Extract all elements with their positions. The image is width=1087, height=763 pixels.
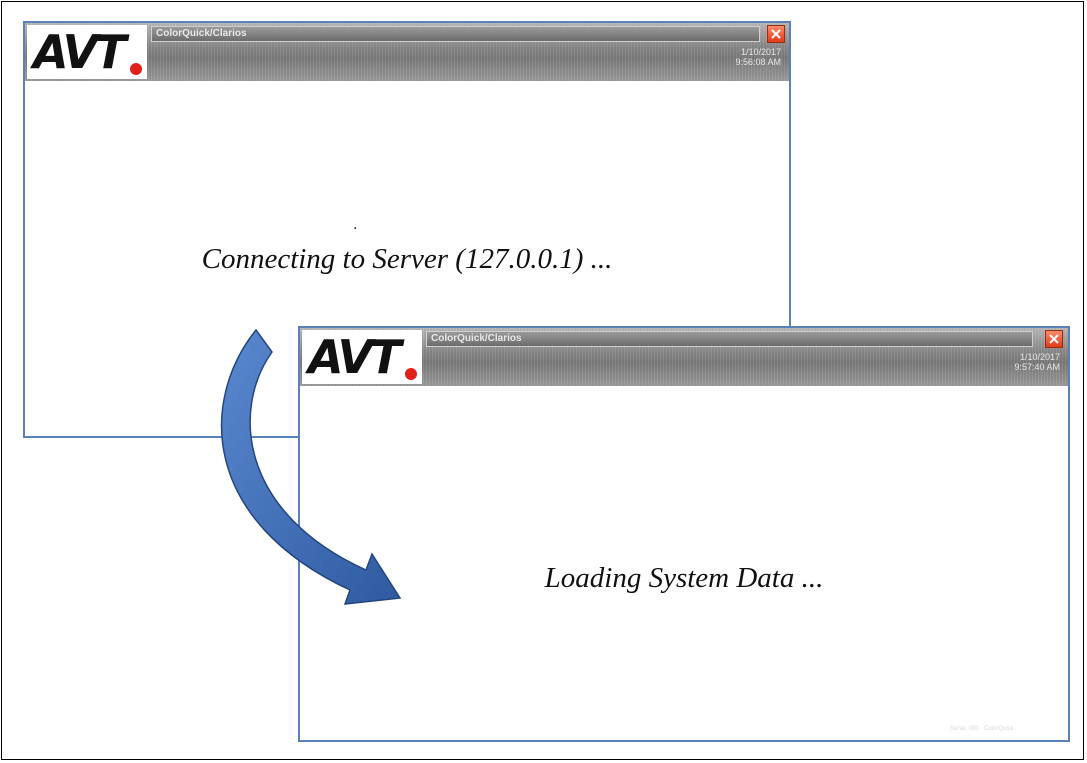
window-title: ColorQuick/Clarios <box>156 28 247 39</box>
close-button[interactable] <box>1045 330 1063 348</box>
window-title: ColorQuick/Clarios <box>431 333 522 344</box>
status-message: Loading System Data ... <box>544 562 824 594</box>
close-button[interactable] <box>767 25 785 43</box>
avt-logo: AVT <box>27 25 147 79</box>
faint-watermark: Serial: 000 · ColorQuick <box>950 726 1014 732</box>
logo-red-dot <box>130 63 142 75</box>
window-header: AVT ColorQuick/Clarios 1/10/2017 9:57:40… <box>300 328 1068 386</box>
clock-date: 1/10/2017 <box>1019 352 1060 362</box>
logo-red-dot <box>405 368 417 380</box>
close-x-icon <box>1049 334 1059 344</box>
logo-text: AVT <box>33 25 126 79</box>
clock-time: 9:57:40 AM <box>1014 362 1060 372</box>
clock: 1/10/2017 9:57:40 AM <box>1014 352 1060 372</box>
avt-logo: AVT <box>302 330 422 384</box>
clock: 1/10/2017 9:56:08 AM <box>735 47 781 67</box>
window-header: AVT ColorQuick/Clarios 1/10/2017 9:56:08… <box>25 23 789 81</box>
logo-text: AVT <box>308 330 401 384</box>
clock-time: 9:56:08 AM <box>735 57 781 67</box>
loading-window: AVT ColorQuick/Clarios 1/10/2017 9:57:40… <box>298 326 1070 742</box>
clock-date: 1/10/2017 <box>740 47 781 57</box>
title-bar: ColorQuick/Clarios <box>151 26 760 42</box>
progress-dot: . <box>353 216 358 233</box>
status-message: Connecting to Server (127.0.0.1) ... <box>201 243 613 275</box>
title-bar: ColorQuick/Clarios <box>426 331 1033 347</box>
close-x-icon <box>771 29 781 39</box>
